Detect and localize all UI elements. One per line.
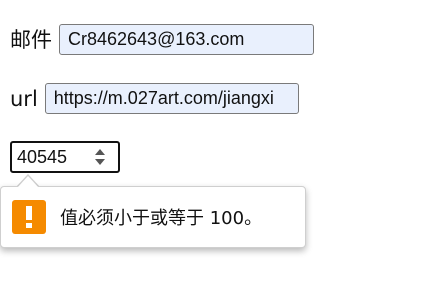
validation-message: 值必须小于或等于 100。 xyxy=(60,208,263,229)
url-label: url xyxy=(10,86,38,111)
email-row: 邮件 Cr8462643@163.com xyxy=(10,24,314,55)
email-field[interactable]: Cr8462643@163.com xyxy=(59,24,314,55)
spinner-arrows-icon xyxy=(95,149,105,165)
url-field[interactable]: https://m.027art.com/jiangxi xyxy=(44,83,299,114)
number-spinner[interactable] xyxy=(90,146,110,168)
url-row: url https://m.027art.com/jiangxi xyxy=(10,83,299,114)
warning-icon xyxy=(12,200,46,234)
tooltip-arrow-fill xyxy=(17,176,39,188)
number-value: 40545 xyxy=(17,146,68,167)
validation-tooltip: 值必须小于或等于 100。 xyxy=(0,186,306,248)
number-input[interactable]: 40545 xyxy=(10,141,120,173)
email-label: 邮件 xyxy=(10,27,52,52)
